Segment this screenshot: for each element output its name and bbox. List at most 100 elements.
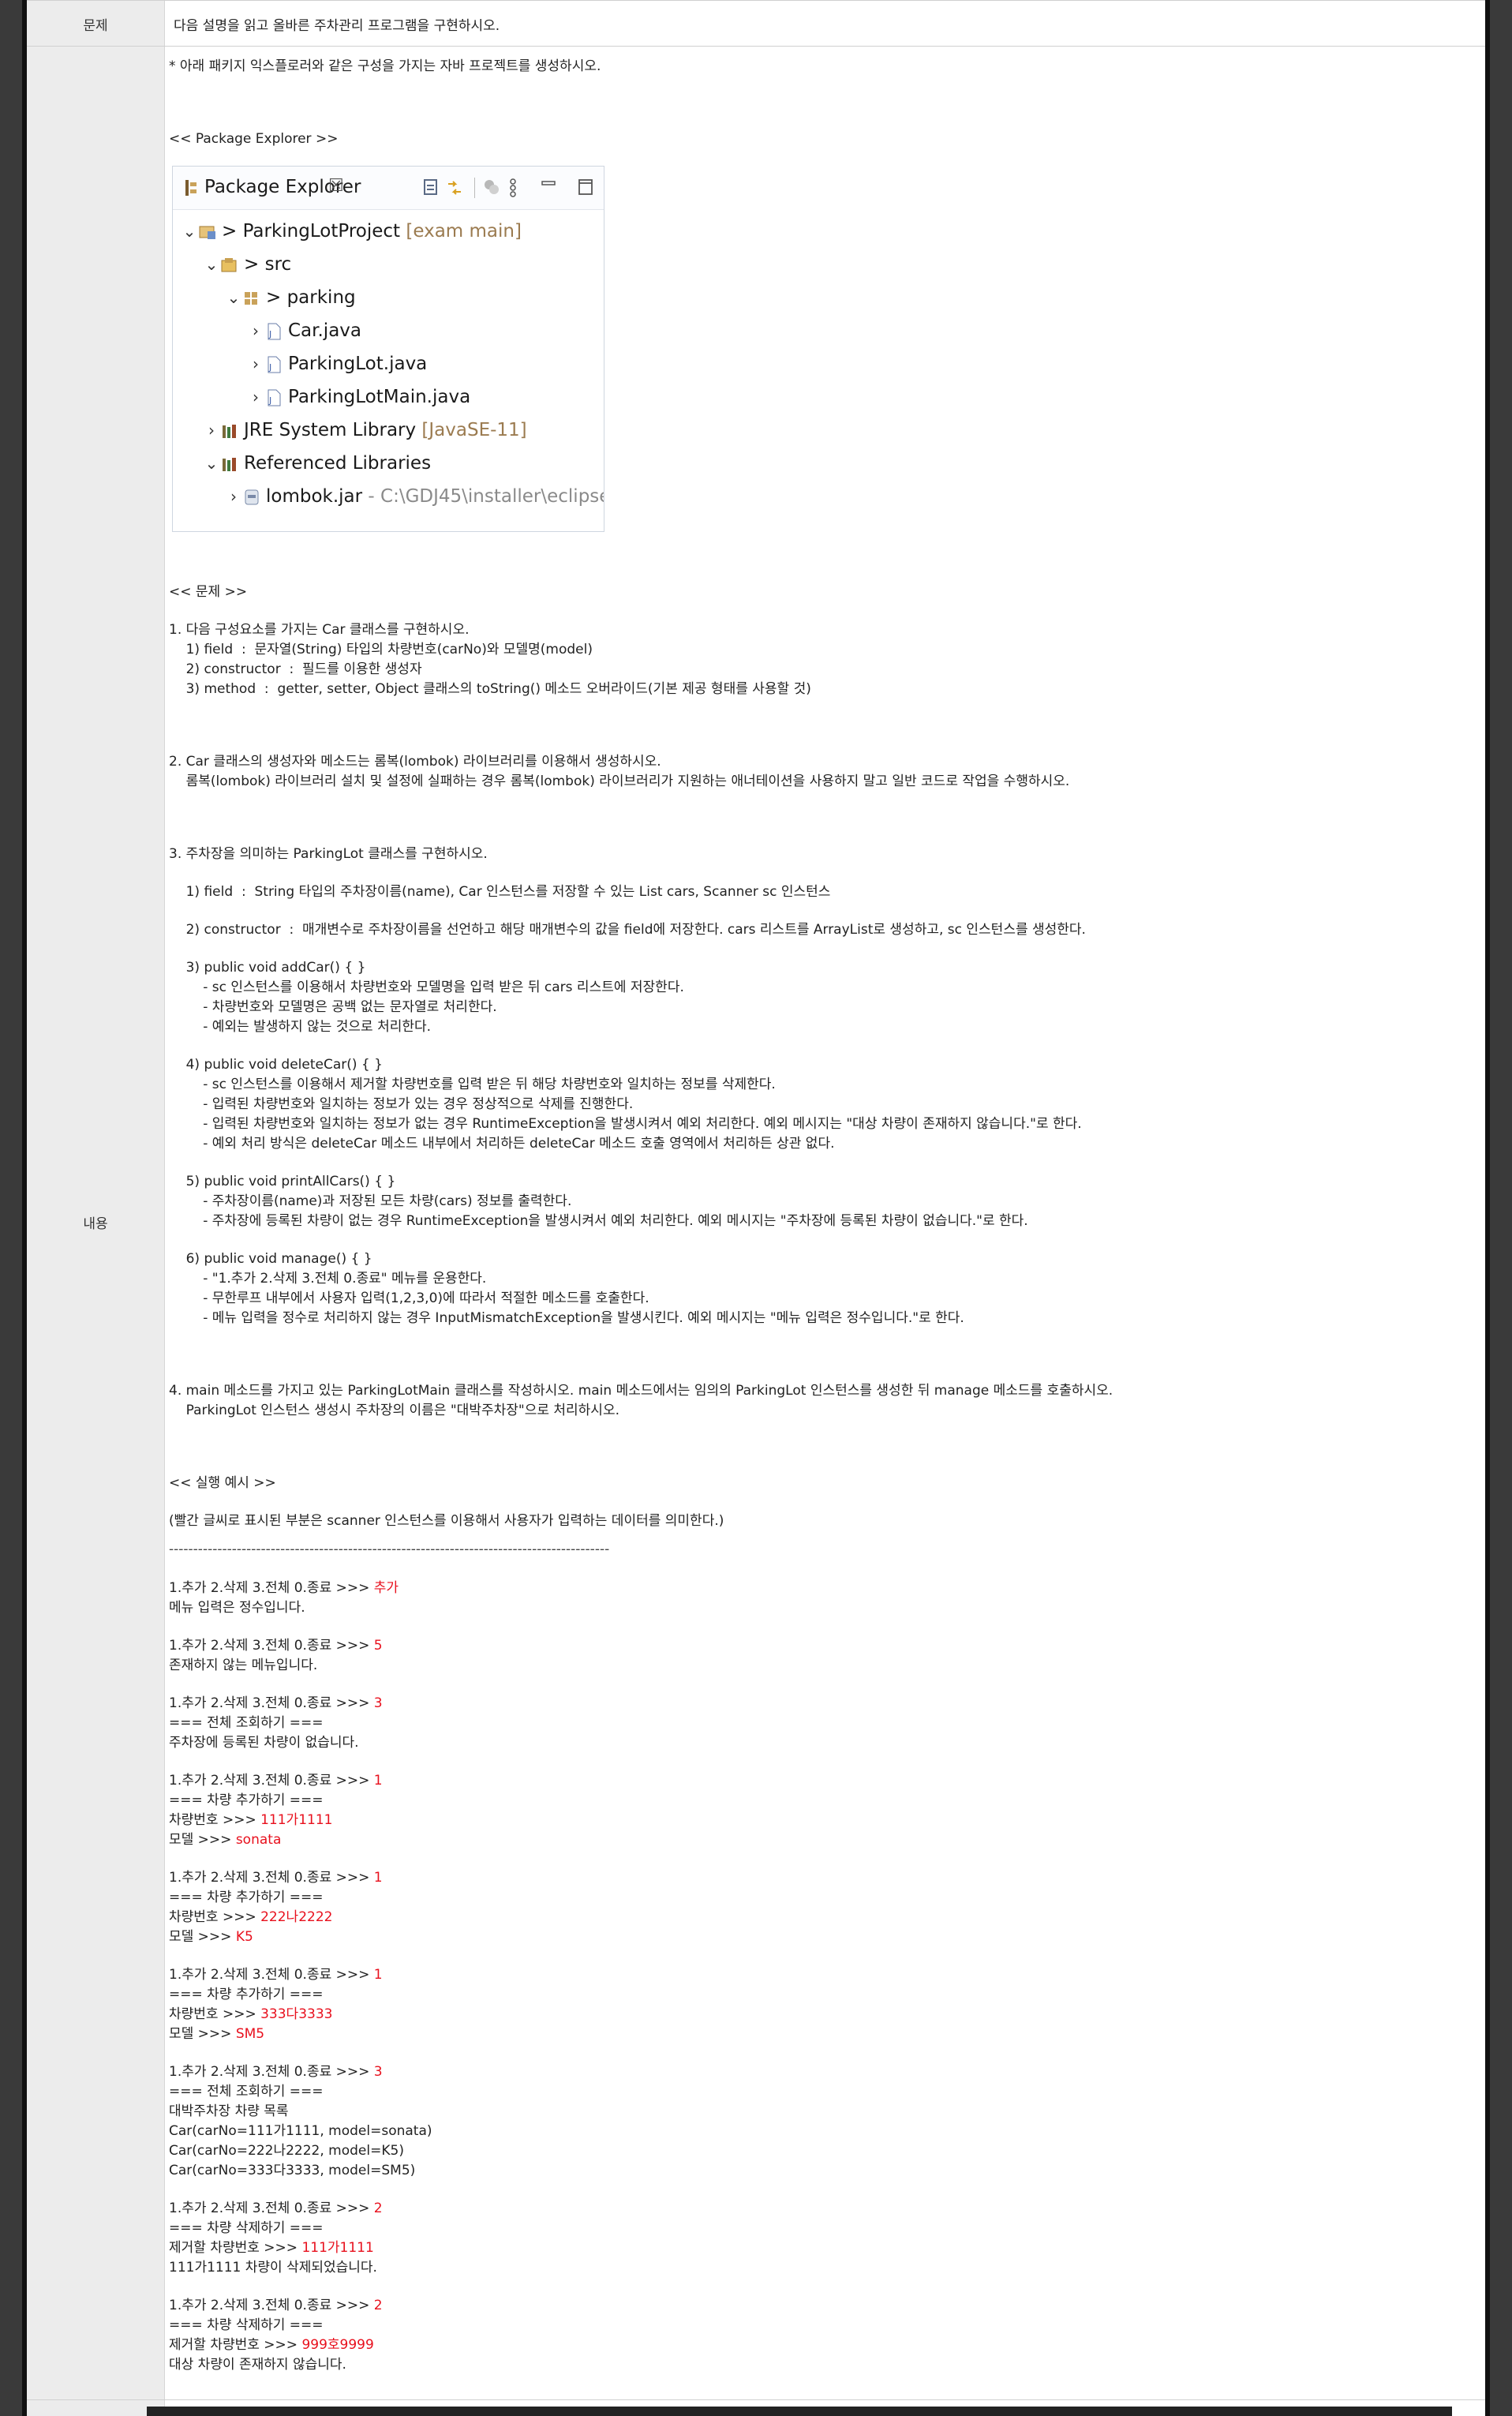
problem-line: 2. Car 클래스의 생성자와 메소드는 롬복(lombok) 라이브러리를 … — [169, 754, 661, 770]
java-file-icon: J — [268, 323, 281, 339]
chevron-right-icon[interactable]: › — [247, 348, 264, 380]
console-line: 111가1111 차량이 삭제되었습니다. — [169, 2260, 377, 2276]
chevron-right-icon[interactable]: › — [203, 414, 220, 446]
tree-item-file[interactable]: › J ParkingLotMain.java — [247, 381, 470, 413]
minimize-icon[interactable] — [541, 178, 556, 197]
tree-item-src[interactable]: ⌄ > src — [203, 249, 292, 280]
close-icon[interactable]: ☒ — [328, 176, 344, 196]
console-line: 제거할 차량번호 >>> 999호9999 — [169, 2337, 374, 2353]
problem-line: 3. 주차장을 의미하는 ParkingLot 클래스를 구현하시오. — [169, 846, 488, 862]
console-line: 1.추가 2.삭제 3.전체 0.종료 >>> 1 — [169, 1967, 383, 1983]
package-explorer: Package Explorer ☒ ⌄ > ParkingLotProject … — [172, 166, 604, 532]
java-project-icon — [199, 226, 215, 239]
console-line: === 차량 추가하기 === — [169, 1890, 324, 1905]
intro-text: * 아래 패키지 익스플로러와 같은 구성을 가지는 자바 프로젝트를 생성하시… — [169, 58, 601, 74]
console-line: === 전체 조회하기 === — [169, 1715, 324, 1731]
console-line: 제거할 차량번호 >>> 111가1111 — [169, 2240, 374, 2256]
problem-line: 1. 다음 구성요소를 가지는 Car 클래스를 구현하시오. — [169, 622, 470, 638]
user-input: 1 — [373, 1967, 383, 1983]
problem-line: 4) public void deleteCar() { } — [169, 1057, 383, 1073]
maximize-icon[interactable] — [577, 178, 594, 197]
collapse-all-icon[interactable] — [422, 178, 440, 197]
tree-item-file[interactable]: › J ParkingLot.java — [247, 348, 427, 380]
chevron-down-icon[interactable]: ⌄ — [181, 215, 198, 247]
tree-item-jre[interactable]: › JRE System Library [JavaSE-11] — [203, 414, 527, 446]
problem-line: 1) field : String 타입의 주차장이름(name), Car 인… — [169, 884, 831, 900]
tree-item-package[interactable]: ⌄ > parking — [225, 282, 356, 313]
problem-heading: << 문제 >> — [169, 584, 248, 600]
tree-item-file[interactable]: › J Car.java — [247, 315, 361, 346]
problem-line: - 예외는 발생하지 않는 것으로 처리한다. — [169, 1019, 432, 1035]
svg-text:J: J — [268, 329, 271, 339]
library-icon — [223, 424, 236, 438]
problem-line: 2) constructor : 필드를 이용한 생성자 — [169, 661, 422, 677]
console-line: 모델 >>> SM5 — [169, 2026, 265, 2042]
content-label: 내용 — [83, 1216, 108, 1232]
console-line: 1.추가 2.삭제 3.전체 0.종료 >>> 2 — [169, 2298, 383, 2313]
console-line: === 전체 조회하기 === — [169, 2084, 324, 2099]
console-line: === 차량 추가하기 === — [169, 1792, 324, 1808]
chevron-down-icon[interactable]: ⌄ — [203, 448, 220, 479]
console-line: 모델 >>> sonata — [169, 1832, 282, 1848]
example-note: (빨간 글씨로 표시된 부분은 scanner 인스턴스를 이용해서 사용자가 … — [169, 1513, 724, 1529]
user-input: 2 — [373, 2201, 383, 2216]
tree-item-referenced-libraries[interactable]: ⌄ Referenced Libraries — [203, 448, 431, 479]
problem-line: - 주차장에 등록된 차량이 없는 경우 RuntimeException을 발… — [169, 1213, 1028, 1229]
library-icon — [223, 457, 236, 471]
tree-item-project[interactable]: ⌄ > ParkingLotProject [exam main] — [181, 215, 522, 247]
user-input: 추가 — [373, 1580, 399, 1596]
user-input: 5 — [373, 1638, 383, 1654]
chevron-down-icon[interactable]: ⌄ — [225, 282, 242, 313]
console-line: === 차량 삭제하기 === — [169, 2220, 324, 2236]
console-line: 존재하지 않는 메뉴입니다. — [169, 1657, 318, 1673]
user-input: 999호9999 — [301, 2337, 374, 2353]
problem-line: - sc 인스턴스를 이용해서 제거할 차량번호를 입력 받은 뒤 해당 차량번… — [169, 1077, 776, 1092]
chevron-right-icon[interactable]: › — [225, 481, 242, 512]
pe-tab-bar: Package Explorer ☒ — [173, 167, 604, 210]
problem-line: 5) public void printAllCars() { } — [169, 1174, 396, 1189]
svg-text:J: J — [268, 362, 271, 373]
separator-line: ----------------------------------------… — [169, 1541, 610, 1557]
link-with-editor-icon[interactable] — [444, 178, 465, 198]
chevron-down-icon[interactable]: ⌄ — [203, 249, 220, 280]
row-divider — [27, 2399, 1485, 2400]
problem-line: ParkingLot 인스턴스 생성시 주차장의 이름은 "대박주차장"으로 처… — [169, 1403, 619, 1418]
tree-item-jar[interactable]: › lombok.jar - C:\GDJ45\installer\eclipse — [225, 481, 604, 512]
console-line: 대상 차량이 존재하지 않습니다. — [169, 2357, 346, 2373]
chevron-right-icon[interactable]: › — [247, 315, 264, 346]
filter-icon[interactable] — [482, 178, 501, 197]
console-line: 1.추가 2.삭제 3.전체 0.종료 >>> 1 — [169, 1870, 383, 1886]
package-icon — [245, 291, 257, 305]
console-line: 차량번호 >>> 111가1111 — [169, 1812, 333, 1828]
toolbar-divider — [474, 178, 475, 198]
problem-line: 3) method : getter, setter, Object 클래스의 … — [169, 681, 811, 697]
problem-line: - 무한루프 내부에서 사용자 입력(1,2,3,0)에 따라서 적절한 메소드… — [169, 1290, 649, 1306]
user-input: 3 — [373, 2064, 383, 2080]
chevron-right-icon[interactable]: › — [247, 381, 264, 413]
user-input: K5 — [235, 1929, 253, 1945]
console-line: === 차량 삭제하기 === — [169, 2317, 324, 2333]
problem-title: 다음 설명을 읽고 올바른 주차관리 프로그램을 구현하시오. — [174, 18, 500, 34]
user-input: 1 — [373, 1870, 383, 1886]
console-line: 1.추가 2.삭제 3.전체 0.종료 >>> 3 — [169, 1695, 383, 1711]
problem-line: 3) public void addCar() { } — [169, 960, 366, 976]
problem-line: - 예외 처리 방식은 deleteCar 메소드 내부에서 처리하든 dele… — [169, 1136, 835, 1152]
user-input: 111가1111 — [301, 2240, 374, 2256]
user-input: 3 — [373, 1695, 383, 1711]
java-file-icon: J — [268, 389, 281, 406]
console-line: 1.추가 2.삭제 3.전체 0.종료 >>> 3 — [169, 2064, 383, 2080]
user-input: 333다3333 — [260, 2006, 333, 2022]
package-explorer-icon — [185, 180, 196, 196]
console-line: 모델 >>> K5 — [169, 1929, 253, 1945]
console-line: 1.추가 2.삭제 3.전체 0.종료 >>> 2 — [169, 2201, 383, 2216]
console-line: 1.추가 2.삭제 3.전체 0.종료 >>> 추가 — [169, 1580, 399, 1596]
problem-line: 4. main 메소드를 가지고 있는 ParkingLotMain 클래스를 … — [169, 1383, 1113, 1399]
view-menu-icon[interactable] — [507, 178, 518, 198]
svg-text:J: J — [268, 395, 271, 406]
console-line: Car(carNo=222나2222, model=K5) — [169, 2143, 404, 2159]
console-line: 1.추가 2.삭제 3.전체 0.종료 >>> 5 — [169, 1638, 383, 1654]
problem-line: - "1.추가 2.삭제 3.전체 0.종료" 메뉴를 운용한다. — [169, 1271, 487, 1287]
console-line: 차량번호 >>> 222나2222 — [169, 1909, 333, 1925]
console-line: 주차장에 등록된 차량이 없습니다. — [169, 1735, 359, 1751]
console-line: 메뉴 입력은 정수입니다. — [169, 1600, 305, 1616]
